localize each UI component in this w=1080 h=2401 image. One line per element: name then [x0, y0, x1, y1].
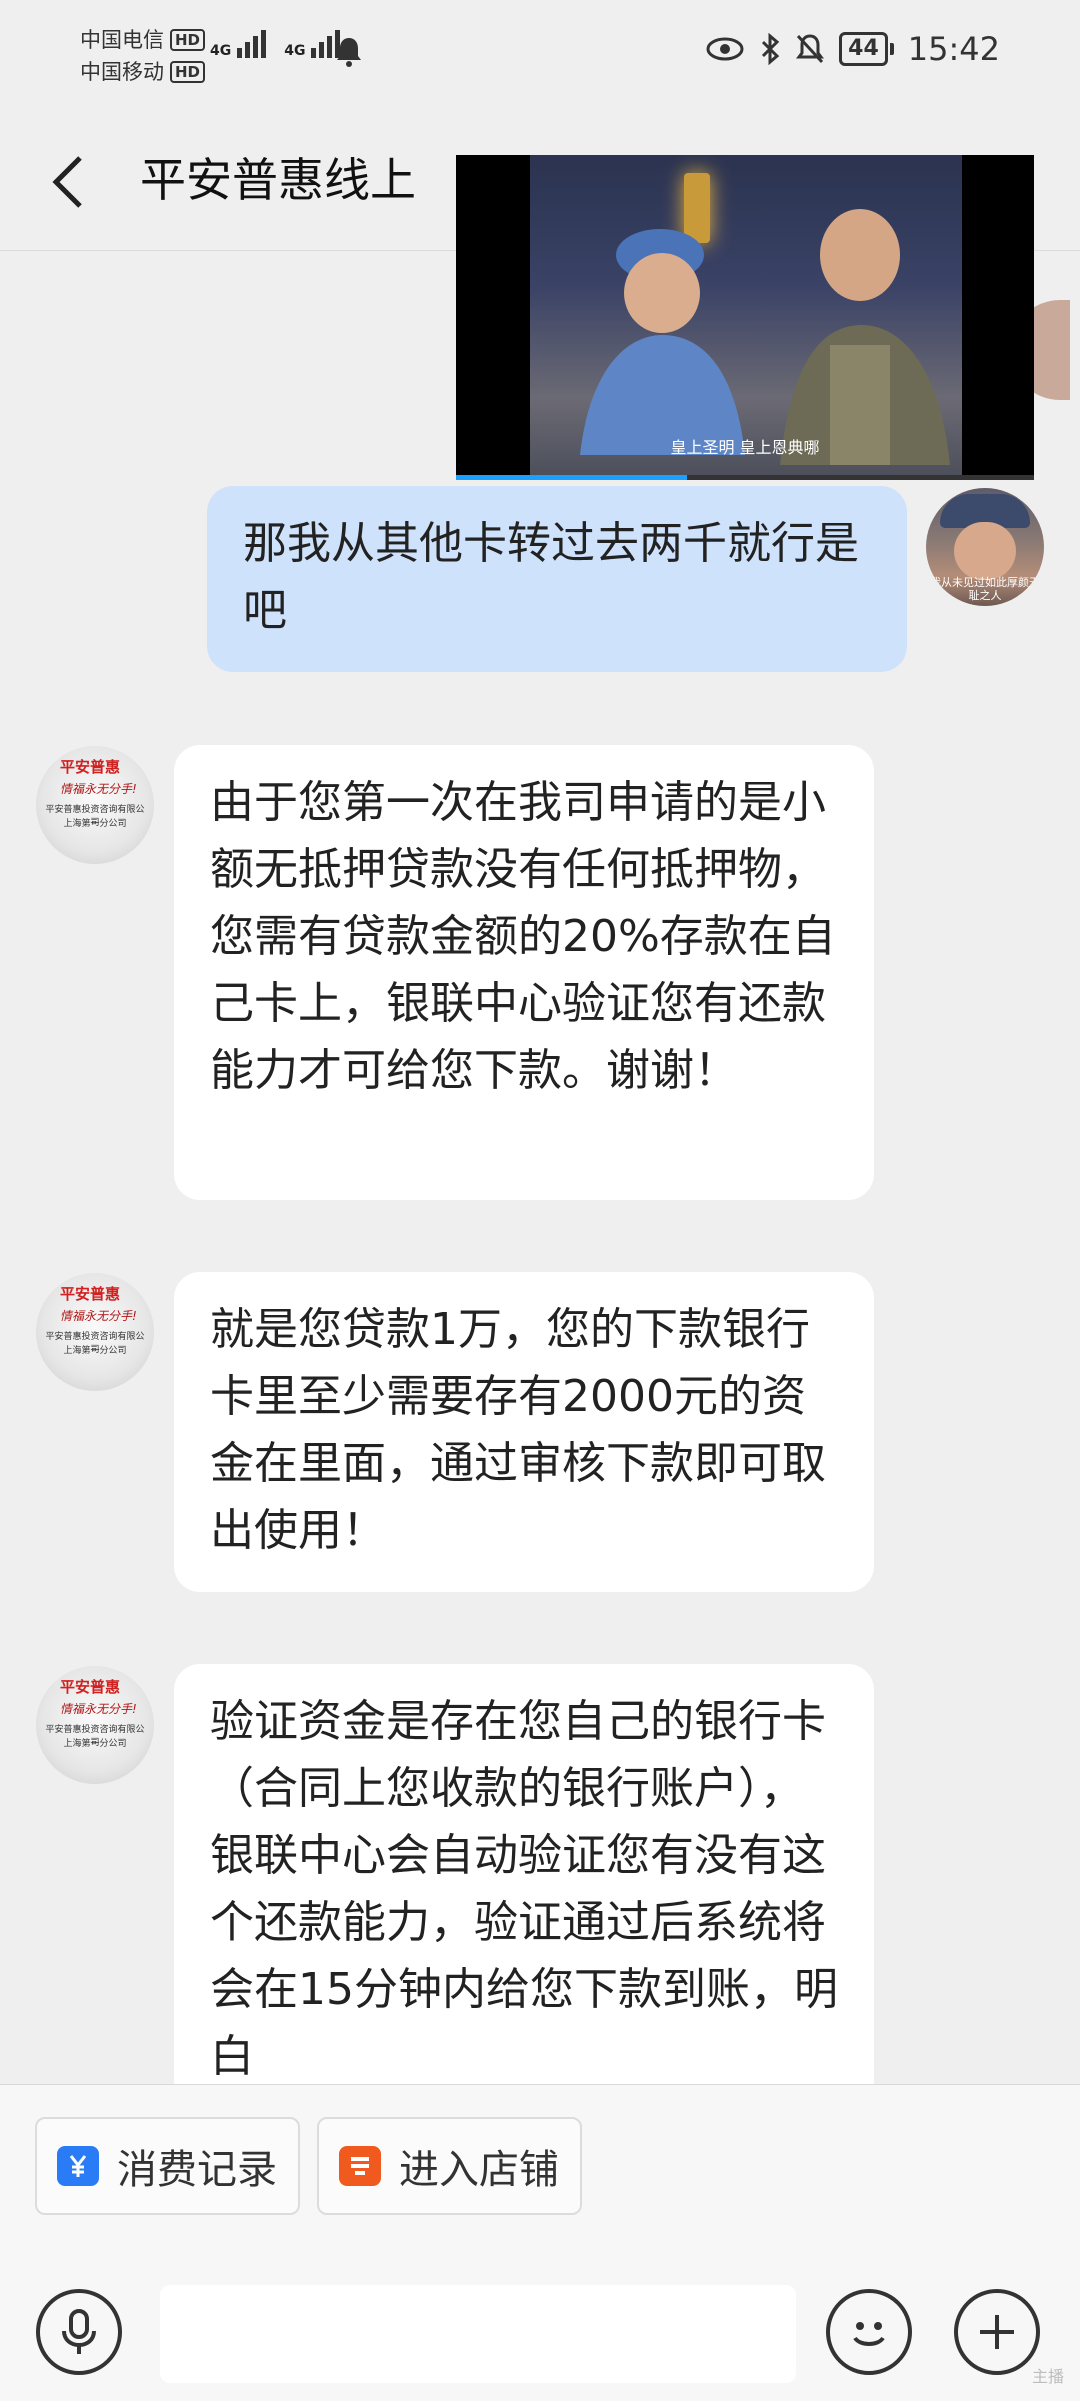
hd-badge-2: HD — [170, 61, 206, 83]
seal-logo: 平安普惠 — [60, 758, 121, 776]
hd-badge-1: HD — [170, 29, 206, 51]
signal-indicators: 4G 4G — [210, 30, 341, 58]
merchant-avatar[interactable]: 平安普惠 情福永无分手! 平安普惠投资咨询有限公司 上海第一分公司 — [36, 1273, 154, 1391]
video-frame — [530, 155, 962, 480]
carrier-1: 中国电信 — [80, 28, 164, 52]
consumption-records-label: 消费记录 — [117, 2147, 277, 2193]
enter-store-button[interactable]: 进入店铺 — [317, 2117, 582, 2215]
video-progress-fill — [456, 475, 688, 480]
message-text: 那我从其他卡转过去两千就行是吧 — [243, 518, 859, 636]
notification-icon — [337, 38, 361, 67]
video-person-right — [780, 209, 950, 465]
message-bubble-received[interactable]: 就是您贷款1万，您的下款银行卡里至少需要存有2000元的资金在里面，通过审核下款… — [174, 1272, 874, 1592]
microphone-icon — [62, 2309, 96, 2354]
watermark: 主播 — [1031, 2367, 1064, 2386]
signal-2-icon: 4G — [284, 30, 341, 58]
plus-button[interactable] — [954, 2289, 1040, 2375]
status-right: 44 15:42 — [705, 30, 1000, 68]
message-bubble-received[interactable]: 验证资金是存在您自己的银行卡（合同上您收款的银行账户），银联中心会自动验证您有没… — [174, 1664, 874, 2124]
consumption-records-button[interactable]: 消费记录 — [35, 2117, 300, 2215]
message-bubble-received[interactable]: 由于您第一次在我司申请的是小额无抵押贷款没有任何抵押物，您需有贷款金额的20%存… — [174, 745, 874, 1200]
bottom-panel: 消费记录 进入店铺 主播 — [0, 2084, 1080, 2401]
message-input[interactable] — [160, 2285, 796, 2383]
clock: 15:42 — [907, 30, 1000, 68]
yuan-card-icon — [57, 2146, 99, 2186]
voice-button[interactable] — [36, 2289, 122, 2375]
video-progress-bar[interactable] — [456, 475, 1034, 480]
video-person-left — [580, 229, 745, 455]
mute-bell-icon — [796, 34, 825, 64]
input-bar — [0, 2265, 1080, 2401]
floating-video-player[interactable]: 皇上圣明 皇上恩典哪 — [456, 155, 1034, 480]
emoji-icon — [853, 2322, 885, 2346]
my-avatar[interactable]: 我从未见过如此厚颜无耻之人 — [926, 488, 1044, 606]
enter-store-label: 进入店铺 — [399, 2147, 559, 2193]
back-arrow-icon[interactable] — [46, 152, 96, 212]
status-bar: 中国电信 HD 中国移动 HD 4G 4G 44 15:42 — [0, 0, 1080, 110]
carrier-info: 中国电信 HD 中国移动 HD — [80, 24, 206, 88]
chat-title: 平安普惠线上 — [140, 153, 416, 207]
message-text: 验证资金是存在您自己的银行卡（合同上您收款的银行账户），银联中心会自动验证您有没… — [210, 1696, 838, 2082]
message-bubble-sent[interactable]: 那我从其他卡转过去两千就行是吧 — [207, 486, 907, 672]
carrier-2: 中国移动 — [80, 60, 164, 84]
plus-icon — [980, 2315, 1014, 2349]
signal-1-icon: 4G — [210, 30, 267, 58]
eye-icon — [706, 37, 744, 61]
merchant-avatar[interactable]: 平安普惠 情福永无分手! 平安普惠投资咨询有限公司 上海第一分公司 — [36, 746, 154, 864]
battery-icon: 44 — [839, 32, 894, 66]
merchant-avatar[interactable]: 平安普惠 情福永无分手! 平安普惠投资咨询有限公司 上海第一分公司 — [36, 1666, 154, 1784]
avatar-caption: 我从未见过如此厚颜无耻之人 — [930, 576, 1040, 602]
message-text: 就是您贷款1万，您的下款银行卡里至少需要存有2000元的资金在里面，通过审核下款… — [210, 1304, 826, 1556]
message-text: 由于您第一次在我司申请的是小额无抵押贷款没有任何抵押物，您需有贷款金额的20%存… — [210, 777, 836, 1096]
emoji-button[interactable] — [826, 2289, 912, 2375]
seal-script: 情福永无分手! — [60, 782, 137, 796]
store-icon — [339, 2146, 381, 2186]
bluetooth-icon — [762, 33, 780, 65]
seal-line2: 上海第一分公司 — [63, 819, 127, 829]
video-subtitle: 皇上圣明 皇上恩典哪 — [670, 438, 820, 457]
